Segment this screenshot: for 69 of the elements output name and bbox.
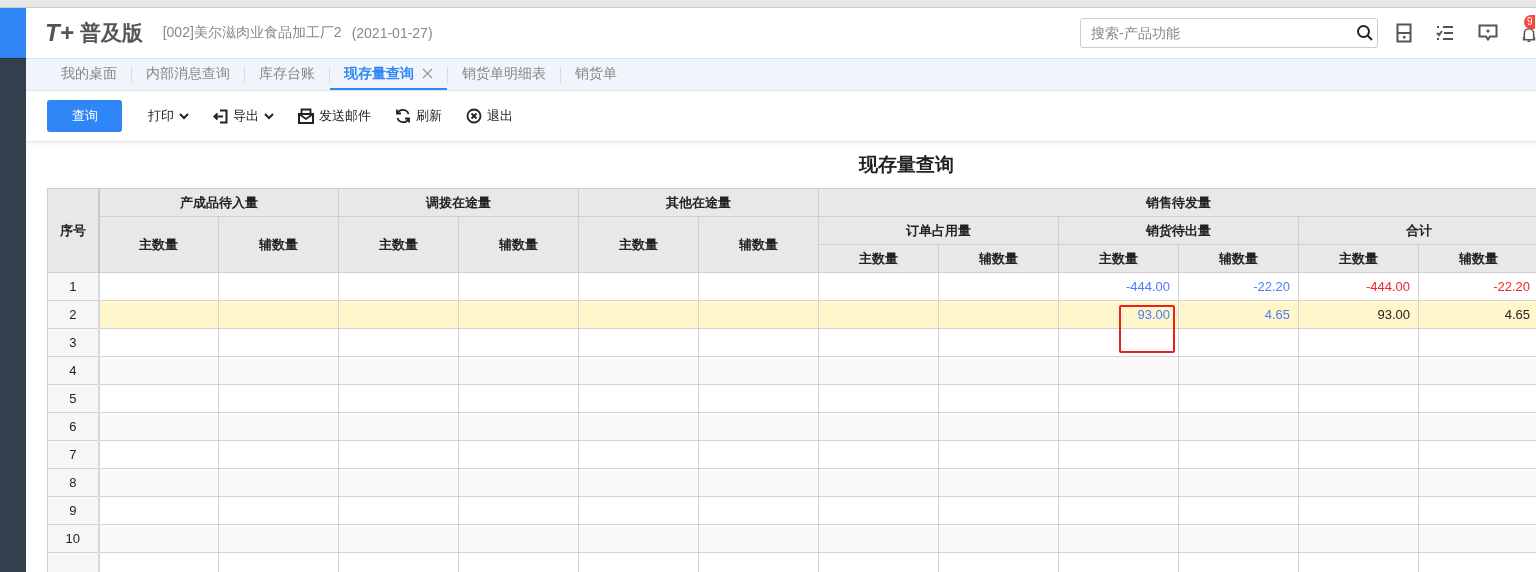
print-button[interactable]: 打印 (142, 103, 195, 129)
exit-button[interactable]: 退出 (460, 103, 519, 129)
column-header: 产成品待入量 (98, 188, 339, 217)
table-cell: 93.00 (1377, 307, 1410, 322)
tab[interactable]: 销货单 (561, 59, 631, 90)
column-header: 辅数量 (458, 216, 579, 273)
column-header: 销售待发量 (818, 188, 1536, 217)
row-number: 5 (47, 384, 99, 413)
sidebar-home-tile[interactable] (0, 8, 26, 59)
table-cell: -22.20 (1493, 279, 1530, 294)
table-cell: 4.65 (1264, 307, 1290, 322)
row-number: 6 (47, 412, 99, 441)
column-header: 订单占用量 (818, 216, 1059, 245)
report-title: 现存量查询 (857, 153, 955, 177)
row-number: 7 (47, 440, 99, 469)
notification-badge: 9 (1524, 15, 1535, 29)
tab[interactable]: 我的桌面 (47, 59, 131, 90)
caret-icon (179, 112, 189, 120)
send-mail-button[interactable]: 发送邮件 (292, 103, 377, 129)
row-number: 9 (47, 496, 99, 525)
table-cell: -444.00 (1365, 279, 1410, 294)
refresh-icon (395, 108, 411, 124)
column-header: 辅数量 (1178, 244, 1299, 273)
company-name: [002]美尔滋肉业食品加工厂2 (162, 24, 342, 42)
export-icon (213, 108, 228, 124)
product-name: 普及版 (79, 20, 143, 46)
close-circle-icon (466, 108, 482, 124)
table-cell: 4.65 (1504, 307, 1530, 322)
tab[interactable]: 库存台账 (245, 59, 329, 90)
logo-mark: T+ (45, 19, 74, 47)
export-button[interactable]: 导出 (207, 103, 280, 129)
checklist-icon[interactable] (1436, 24, 1454, 42)
column-header: 合计 (1298, 216, 1536, 245)
row-number: 8 (47, 468, 99, 497)
column-header: 主数量 (1058, 244, 1179, 273)
search-field[interactable]: 搜索-产品功能 (1080, 18, 1378, 48)
column-header: 辅数量 (938, 244, 1059, 273)
caret-icon (264, 112, 274, 120)
row-number: 1 (47, 272, 99, 301)
column-header: 销货待出量 (1058, 216, 1299, 245)
column-header: 辅数量 (1418, 244, 1536, 273)
mail-icon (298, 108, 314, 124)
column-header: 主数量 (1298, 244, 1419, 273)
row-number: 2 (47, 300, 99, 329)
column-header: 主数量 (818, 244, 939, 273)
calculator-icon[interactable] (1396, 23, 1412, 43)
refresh-button[interactable]: 刷新 (389, 103, 448, 129)
row-number: 10 (47, 524, 99, 553)
column-header: 主数量 (338, 216, 459, 273)
column-header: 调拨在途量 (338, 188, 579, 217)
chat-icon[interactable] (1478, 24, 1498, 42)
table-cell: 93.00 (1137, 307, 1170, 322)
table-cell: -444.00 (1125, 279, 1170, 294)
column-header: 其他在途量 (578, 188, 819, 217)
tab[interactable]: 内部消息查询 (132, 59, 244, 90)
column-header: 主数量 (98, 216, 219, 273)
row-number: 4 (47, 356, 99, 385)
column-header: 序号 (47, 188, 99, 273)
column-header: 辅数量 (218, 216, 339, 273)
table-cell: -22.20 (1253, 279, 1290, 294)
row-number: 3 (47, 328, 99, 357)
login-date: (2021-01-27) (351, 25, 433, 41)
query-button[interactable]: 查询 (47, 100, 122, 132)
column-header: 辅数量 (698, 216, 819, 273)
search-icon[interactable] (1356, 24, 1374, 42)
column-header: 主数量 (578, 216, 699, 273)
tab[interactable]: 现存量查询 (330, 59, 447, 90)
tab[interactable]: 销货单明细表 (448, 59, 560, 90)
close-icon[interactable] (422, 68, 433, 79)
